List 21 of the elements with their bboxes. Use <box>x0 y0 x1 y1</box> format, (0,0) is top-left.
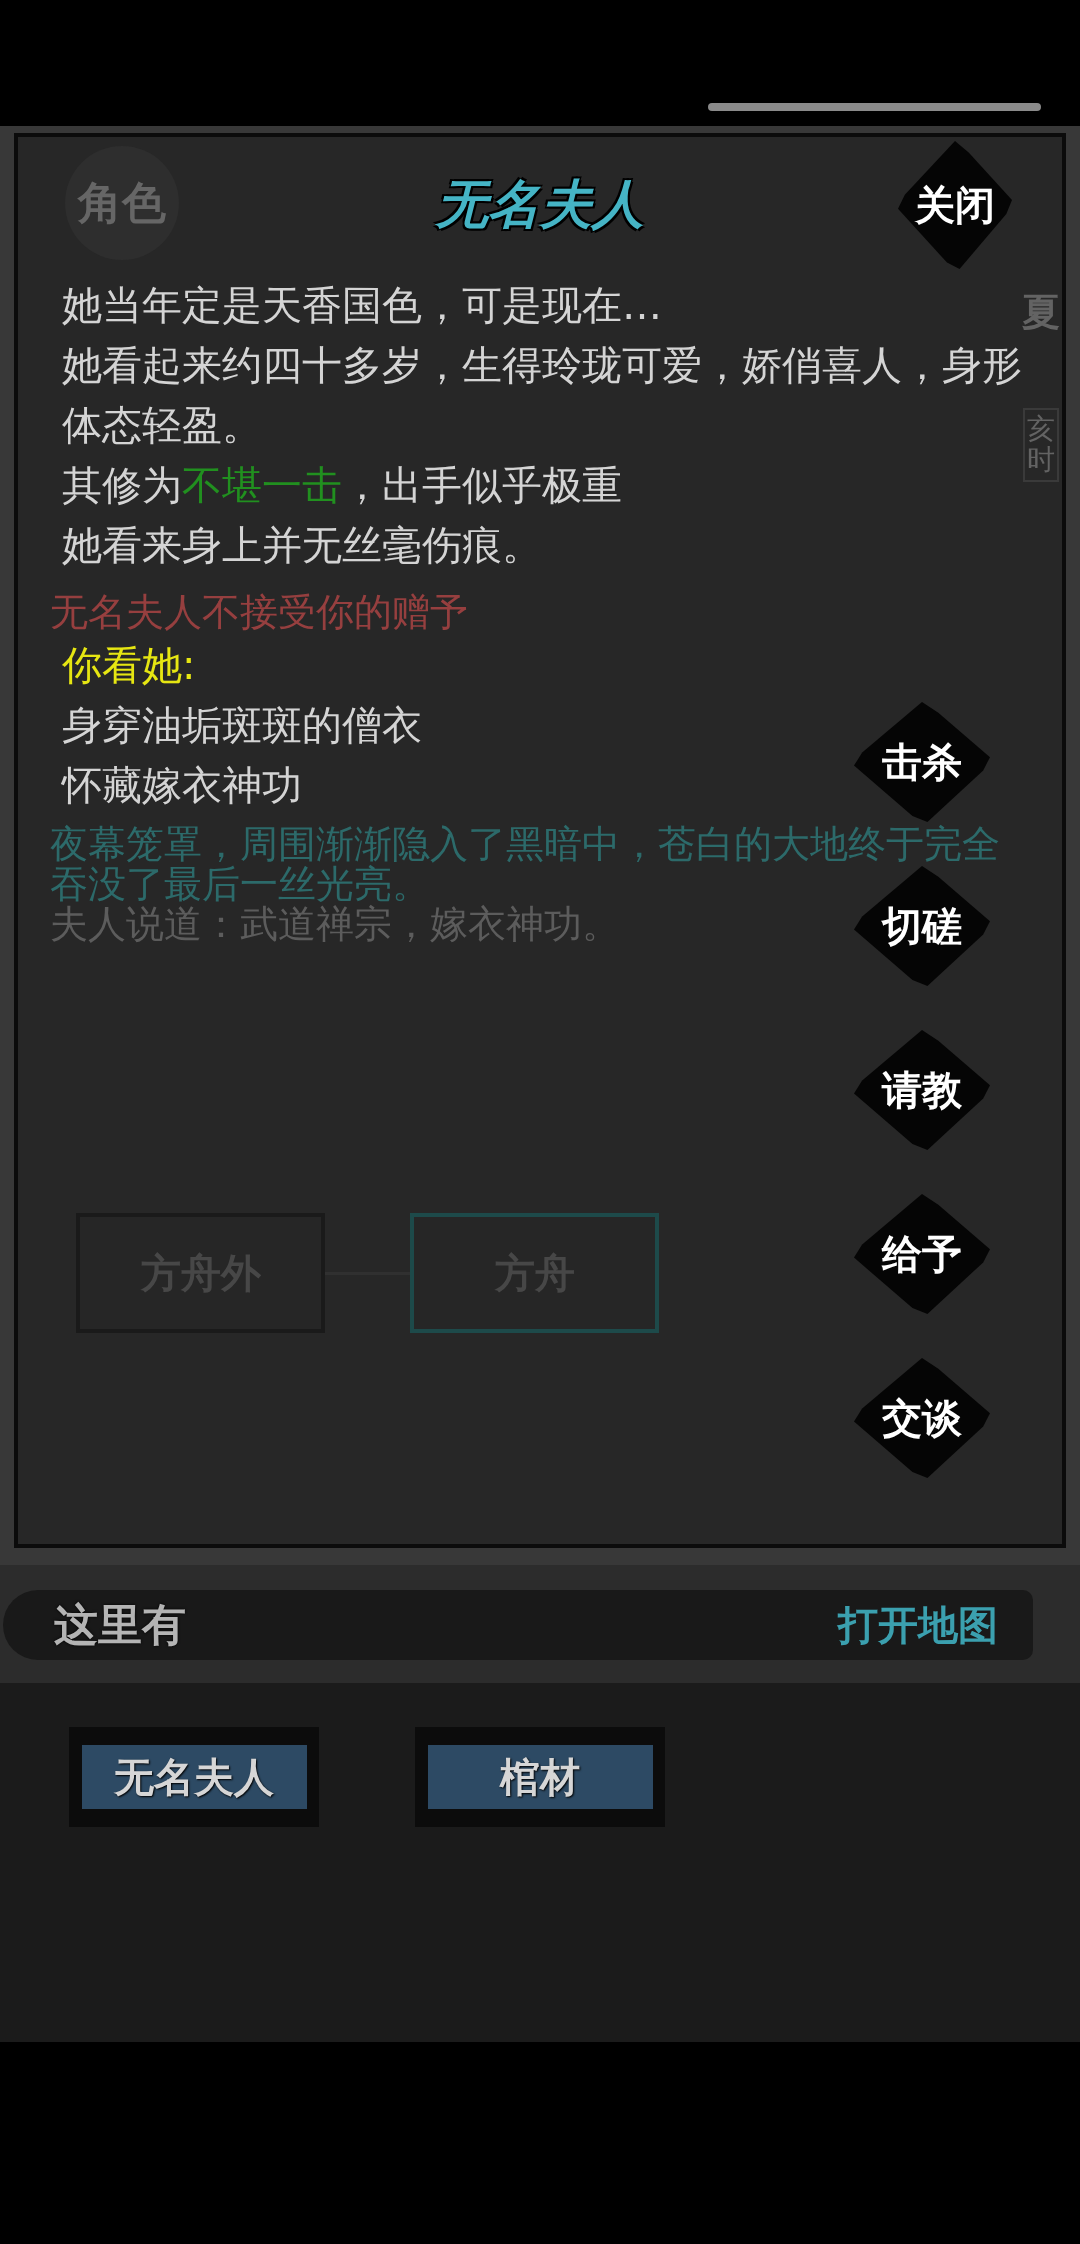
observation-text: 身穿油垢斑斑的僧衣 <box>62 701 422 750</box>
close-button[interactable]: 关闭 <box>898 141 1012 269</box>
action-button[interactable]: 击杀 <box>854 702 990 822</box>
description-text: 她看来身上并无丝毫伤痕。 <box>62 521 542 570</box>
section-label: 这里有 <box>54 1597 186 1652</box>
description-text: 她当年定是天香国色，可是现在… <box>62 281 662 330</box>
cultivation-text: 其修为不堪一击，出手似乎极重 <box>62 461 622 510</box>
action-button[interactable]: 给予 <box>854 1194 990 1314</box>
dialog-title: 无名夫人 <box>436 173 644 236</box>
action-button[interactable]: 交谈 <box>854 1358 990 1478</box>
npc-button[interactable]: 棺材 <box>415 1727 665 1827</box>
time-label: 亥时 <box>1023 408 1059 482</box>
log-message: 无名夫人不接受你的赠予 <box>50 592 468 632</box>
observation-heading: 你看她: <box>62 641 196 690</box>
npc-button[interactable]: 无名夫人 <box>69 1727 319 1827</box>
description-text: 她看起来约四十多岁，生得玲珑可爱，娇俏喜人，身形体态轻盈。 <box>62 341 1023 450</box>
observation-text: 怀藏嫁衣神功 <box>62 761 302 810</box>
action-button[interactable]: 切磋 <box>854 866 990 986</box>
action-button[interactable]: 请教 <box>854 1030 990 1150</box>
season-label: 夏 <box>1022 290 1060 334</box>
open-map-link[interactable]: 打开地图 <box>838 1597 998 1653</box>
